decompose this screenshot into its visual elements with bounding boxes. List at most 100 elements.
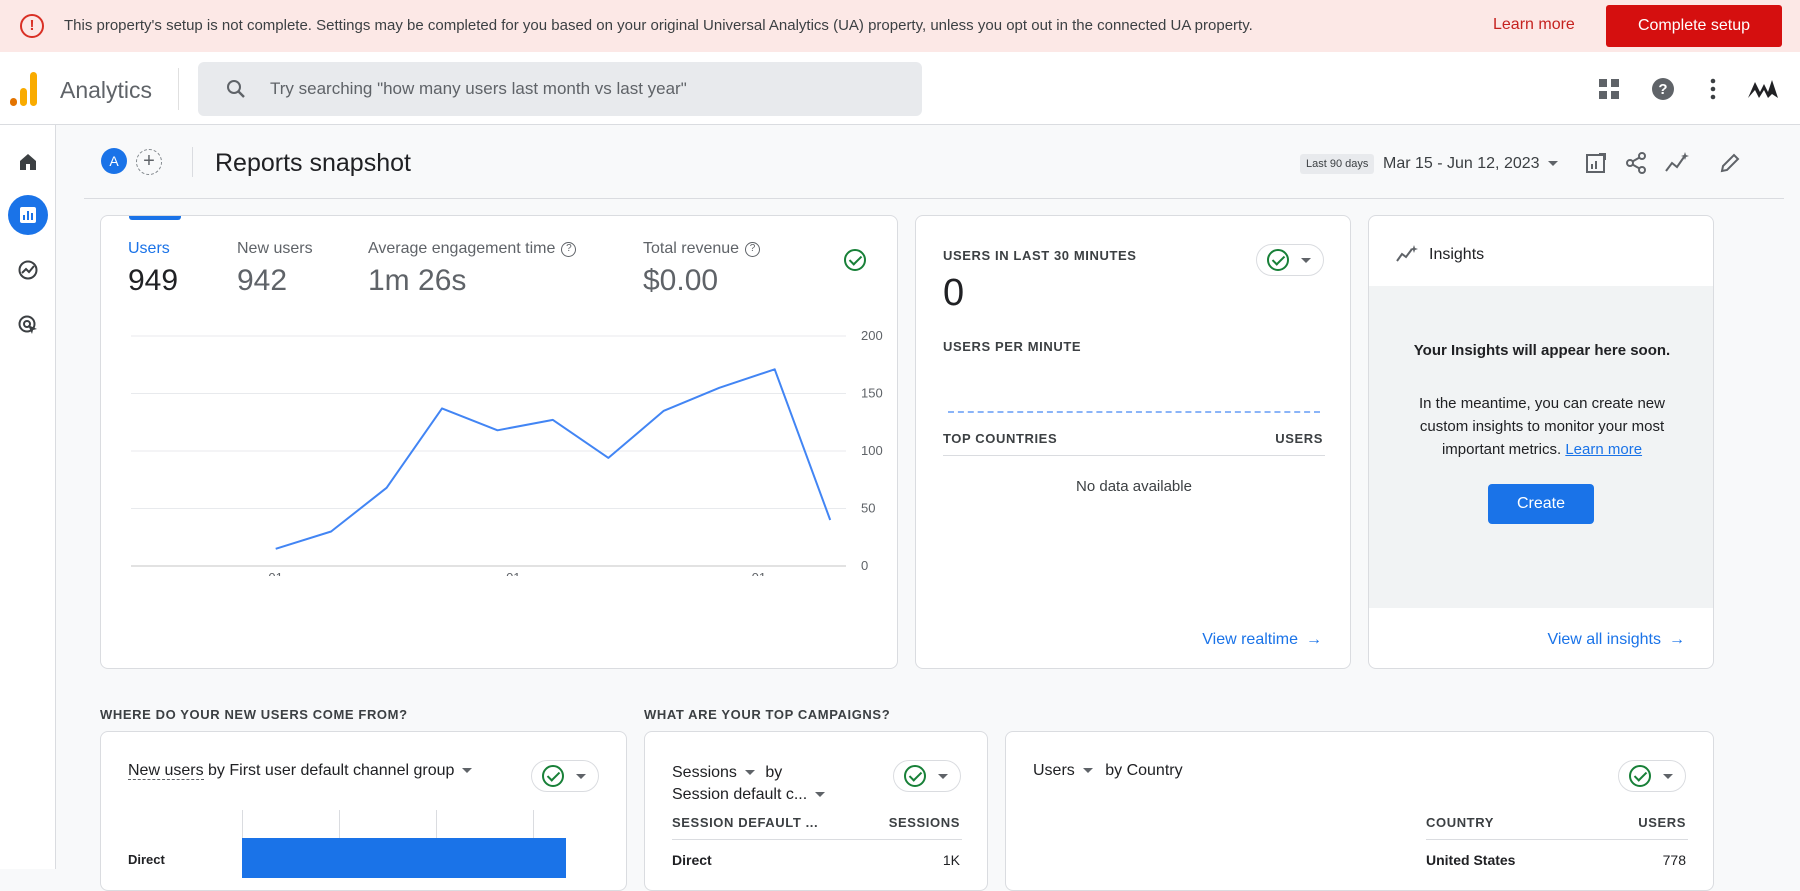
row-label: United States	[1426, 852, 1516, 868]
metric-value: 949	[128, 264, 179, 297]
column-header-users: USERS	[1275, 431, 1323, 446]
nav-advertising[interactable]	[8, 305, 48, 345]
more-vert-icon[interactable]	[1700, 76, 1726, 102]
error-icon: !	[20, 14, 44, 38]
metric-value: 1m 26s	[368, 264, 467, 297]
arrow-right-icon: →	[1669, 631, 1685, 648]
chevron-down-icon[interactable]	[815, 792, 826, 798]
insights-body: Your Insights will appear here soon. In …	[1369, 286, 1713, 608]
realtime-card: USERS IN LAST 30 MINUTES 0 USERS PER MIN…	[915, 215, 1351, 669]
insights-learn-more-link[interactable]: Learn more	[1565, 441, 1642, 458]
row-label: Direct	[672, 852, 712, 868]
reports-icon	[20, 207, 36, 223]
banner-learn-more-link[interactable]: Learn more	[1493, 16, 1575, 34]
bar-label: Direct	[128, 852, 165, 867]
insights-icon	[1396, 245, 1418, 262]
metric-selector[interactable]: New users	[128, 762, 204, 780]
divider	[943, 455, 1325, 456]
left-nav-rail	[0, 125, 56, 869]
nav-reports[interactable]	[8, 195, 48, 235]
column-header-users: USERS	[1638, 815, 1686, 830]
section-heading-new-users: WHERE DO YOUR NEW USERS COME FROM?	[100, 707, 408, 722]
chevron-down-icon[interactable]	[744, 770, 755, 776]
nav-explore[interactable]	[8, 250, 48, 290]
link-label: View all insights	[1547, 631, 1661, 648]
chevron-down-icon[interactable]	[1082, 768, 1093, 774]
data-quality-check-icon	[904, 765, 926, 787]
dimension-selector[interactable]: by First user default channel group	[208, 762, 454, 779]
complete-setup-button[interactable]: Complete setup	[1606, 5, 1782, 47]
nav-home[interactable]	[8, 142, 48, 182]
arrow-right-icon: →	[1306, 631, 1322, 648]
card-title: Users by Country	[1033, 762, 1183, 780]
data-quality-check-icon	[1629, 765, 1651, 787]
new-users-card: New users by First user default channel …	[100, 731, 627, 891]
realtime-quality-dropdown[interactable]	[1256, 244, 1324, 276]
y-tick-label: 50	[861, 501, 875, 516]
dimension-selector[interactable]: Session default c...	[672, 786, 807, 803]
search-icon	[227, 80, 245, 98]
search-input[interactable]: Try searching "how many users last month…	[270, 79, 687, 99]
data-quality-check-icon	[542, 765, 564, 787]
selected-tab-indicator	[129, 216, 181, 220]
link-label: View realtime	[1202, 631, 1298, 648]
metric-label: Users	[128, 240, 170, 257]
metric-label: New users	[237, 240, 313, 257]
view-all-insights-link[interactable]: View all insights →	[1547, 631, 1685, 649]
edit-pencil-icon[interactable]	[1718, 151, 1742, 175]
create-insight-button[interactable]: Create	[1488, 484, 1594, 524]
divider	[84, 198, 1784, 199]
app-name[interactable]: Analytics	[60, 77, 152, 104]
search-box[interactable]: Try searching "how many users last month…	[198, 62, 922, 116]
metric-value: 942	[237, 264, 288, 297]
help-icon[interactable]: ?	[745, 242, 761, 257]
share-icon[interactable]	[1624, 151, 1648, 175]
help-icon[interactable]: ?	[561, 242, 577, 257]
view-realtime-link[interactable]: View realtime →	[1202, 631, 1322, 649]
comparison-chip[interactable]: A	[101, 148, 127, 174]
metric-tab-revenue[interactable]: Total revenue? $0.00	[643, 240, 761, 298]
users-series-line	[275, 368, 832, 550]
metric-value: $0.00	[643, 264, 719, 297]
help-icon[interactable]: ?	[1650, 76, 1676, 102]
country-card: Users by Country COUNTRY USERS United St…	[1005, 731, 1714, 891]
apps-grid-icon[interactable]	[1596, 76, 1622, 102]
users-per-minute-label: USERS PER MINUTE	[943, 339, 1082, 354]
date-range-picker[interactable]: Mar 15 - Jun 12, 2023	[1383, 155, 1558, 173]
realtime-users-value: 0	[943, 272, 965, 314]
metric-label: Average engagement time	[368, 240, 556, 257]
realtime-heading: USERS IN LAST 30 MINUTES	[943, 248, 1137, 263]
dimension-label: by Country	[1105, 762, 1183, 779]
metric-selector[interactable]: Users	[1033, 762, 1075, 779]
customize-report-icon[interactable]	[1584, 151, 1608, 175]
top-app-bar: Analytics Try searching "how many users …	[0, 52, 1800, 125]
svg-text:?: ?	[1658, 81, 1667, 98]
bar-direct[interactable]	[242, 838, 566, 878]
insights-card: Insights Your Insights will appear here …	[1368, 215, 1714, 669]
divider	[178, 68, 179, 110]
add-comparison-button[interactable]: +	[136, 149, 162, 175]
metric-selector[interactable]: Sessions	[672, 764, 737, 781]
data-quality-check-icon[interactable]	[844, 249, 866, 271]
overview-card: Users 949 New users 942 Average engageme…	[100, 215, 898, 669]
setup-banner: ! This property's setup is not complete.…	[0, 0, 1800, 52]
chevron-down-icon[interactable]	[462, 768, 473, 774]
quality-dropdown[interactable]	[893, 760, 961, 792]
quality-dropdown[interactable]	[531, 760, 599, 792]
metric-tab-users[interactable]: Users 949	[128, 240, 178, 298]
chevron-down-icon	[1547, 161, 1558, 167]
quality-dropdown[interactable]	[1618, 760, 1686, 792]
page-title: Reports snapshot	[215, 149, 411, 177]
metric-tab-new-users[interactable]: New users 942	[237, 240, 313, 298]
date-preset-chip[interactable]: Last 90 days	[1300, 154, 1375, 174]
y-tick-label: 0	[861, 558, 868, 573]
account-avatar-icon[interactable]	[1746, 76, 1780, 102]
per-minute-sparkline	[948, 411, 1320, 413]
insights-sparkle-icon[interactable]	[1664, 151, 1690, 175]
advertising-icon	[18, 315, 37, 334]
analytics-logo-icon[interactable]	[8, 72, 40, 106]
y-tick-label: 200	[861, 328, 883, 343]
column-header-country: TOP COUNTRIES	[943, 431, 1058, 446]
data-quality-check-icon	[1267, 249, 1289, 271]
metric-tab-engagement-time[interactable]: Average engagement time? 1m 26s	[368, 240, 577, 298]
